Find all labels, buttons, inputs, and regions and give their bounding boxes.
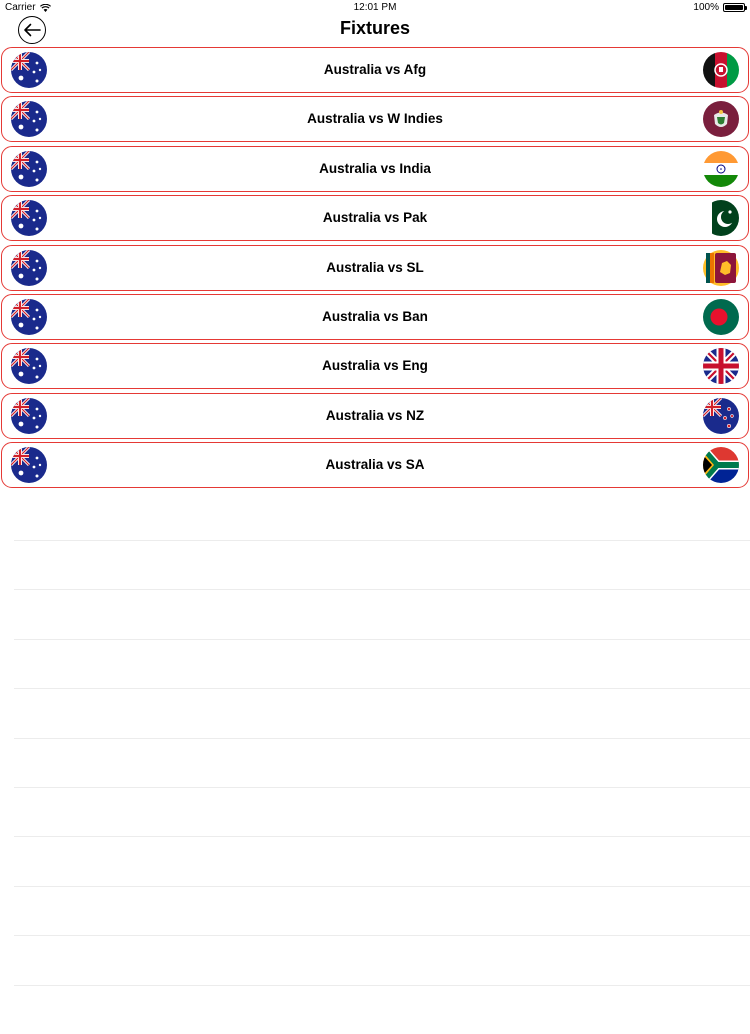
separator-line <box>14 935 750 984</box>
separator-line <box>14 589 750 638</box>
separator-line <box>14 984 750 1034</box>
navigation-bar: Fixtures <box>0 16 750 46</box>
fixture-label: Australia vs Ban <box>322 308 428 324</box>
status-bar: Carrier 12:01 PM 100% <box>0 0 750 16</box>
india-flag-icon <box>703 150 739 187</box>
sri-lanka-flag-icon <box>703 249 739 286</box>
fixture-label: Australia vs Afg <box>323 62 427 77</box>
separator-line <box>14 540 750 589</box>
pakistan-flag-icon <box>703 200 739 237</box>
fixture-row[interactable]: Australia vs SA <box>1 442 749 489</box>
fixtures-list: Australia vs Afg Australia vs W Indies Aus… <box>0 47 750 492</box>
england-flag-icon <box>703 348 739 385</box>
empty-table-separators <box>14 540 750 1034</box>
separator-line <box>14 885 750 935</box>
clock: 12:01 PM <box>353 2 397 13</box>
page-title: Fixtures <box>339 18 411 38</box>
separator-line <box>14 737 750 787</box>
fixture-row[interactable]: Australia vs W Indies <box>1 96 749 143</box>
fixture-label: Australia vs SA <box>325 457 425 473</box>
afghanistan-flag-icon <box>703 52 739 88</box>
separator-line <box>14 688 750 737</box>
fixture-row[interactable]: Australia vs Afg <box>1 47 749 93</box>
fixture-label: Australia vs India <box>319 160 431 176</box>
battery-percentage: 100% <box>693 2 719 13</box>
battery-icon <box>723 3 747 12</box>
fixture-label: Australia vs Eng <box>322 358 428 374</box>
fixture-label: Australia vs W Indies <box>307 111 443 127</box>
new-zealand-flag-icon <box>703 397 739 434</box>
separator-line <box>14 638 750 688</box>
fixture-row[interactable]: Australia vs Ban <box>1 293 749 340</box>
fixture-row[interactable]: Australia vs NZ <box>1 392 749 439</box>
bangladesh-flag-icon <box>703 298 739 335</box>
separator-line <box>14 836 750 885</box>
fixture-label: Australia vs SL <box>326 259 424 275</box>
south-africa-flag-icon <box>703 447 739 484</box>
west-indies-flag-icon <box>703 101 739 138</box>
fixture-row[interactable]: Australia vs India <box>1 145 749 192</box>
fixture-row[interactable]: Australia vs Pak <box>1 195 749 242</box>
battery-indicator: 100% <box>693 2 747 13</box>
fixture-row[interactable]: Australia vs Eng <box>1 343 749 390</box>
fixture-row[interactable]: Australia vs SL <box>1 244 749 291</box>
fixture-label: Australia vs NZ <box>325 407 425 423</box>
separator-line <box>14 786 750 836</box>
fixture-label: Australia vs Pak <box>322 210 428 226</box>
